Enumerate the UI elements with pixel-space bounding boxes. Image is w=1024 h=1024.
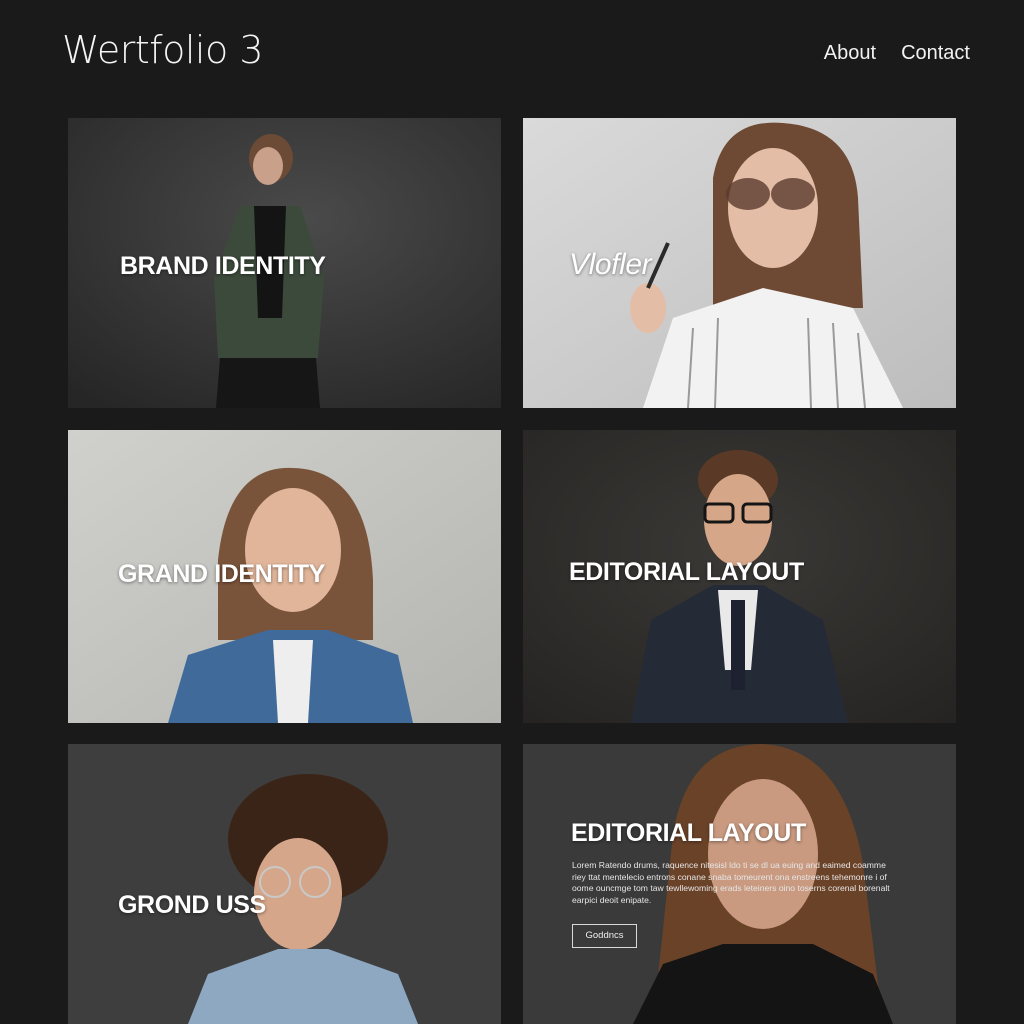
site-logo[interactable]: Wertfolio 3	[62, 28, 264, 72]
portfolio-grid: BRAND IDENTITY Vlofler GRAND IDENTITY ED…	[68, 118, 956, 1024]
project-cta-button[interactable]: Goddncs	[572, 924, 637, 948]
project-description: Lorem Ratendo drums, raquence nitesisl l…	[572, 860, 890, 905]
nav-about-link[interactable]: About	[824, 42, 876, 65]
project-card-vlofler[interactable]: Vlofler	[523, 118, 956, 408]
project-title: GROND USS	[118, 891, 266, 919]
project-title: EDITORIAL LAYOUT	[569, 558, 804, 586]
project-card-grand-identity[interactable]: GRAND IDENTITY	[68, 430, 501, 723]
project-photo	[68, 744, 501, 1024]
project-card-brand-identity[interactable]: BRAND IDENTITY	[68, 118, 501, 408]
main-nav: About Contact	[824, 42, 970, 65]
project-title: GRAND IDENTITY	[118, 560, 325, 588]
project-card-grond-uss[interactable]: GROND USS	[68, 744, 501, 1024]
site-header: Wertfolio 3 About Contact	[0, 0, 1024, 100]
project-title: EDITORIAL LAYOUT	[571, 819, 806, 847]
project-title: BRAND IDENTITY	[120, 252, 326, 280]
project-card-editorial-layout[interactable]: EDITORIAL LAYOUT	[523, 430, 956, 723]
nav-contact-link[interactable]: Contact	[901, 42, 970, 65]
project-card-editorial-layout-2[interactable]: EDITORIAL LAYOUT Lorem Ratendo drums, ra…	[523, 744, 956, 1024]
project-title: Vlofler	[569, 248, 652, 281]
